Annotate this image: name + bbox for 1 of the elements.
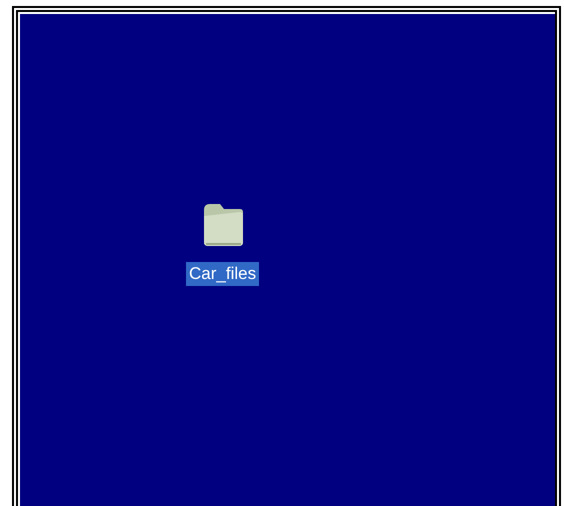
icon-label[interactable]: Car_files bbox=[186, 262, 260, 286]
